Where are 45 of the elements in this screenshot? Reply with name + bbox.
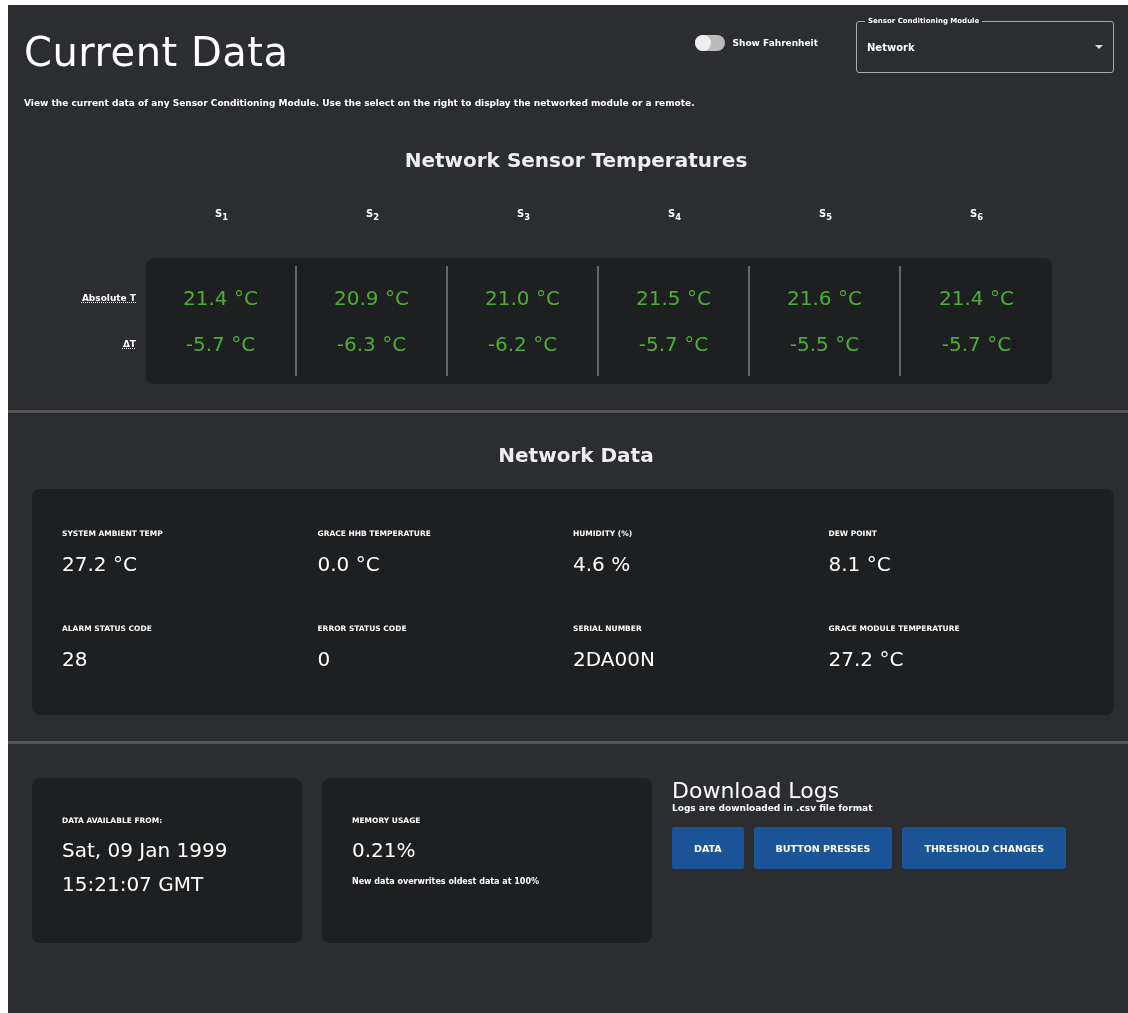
download-button[interactable]: THRESHOLD CHANGES bbox=[902, 827, 1067, 869]
temperature-value: 21.4 °C bbox=[939, 286, 1014, 310]
row-label: ΔT bbox=[122, 338, 136, 351]
section-title: Network Sensor Temperatures bbox=[403, 148, 749, 172]
download-button[interactable]: DATA bbox=[672, 827, 744, 869]
sensor-header: S$_{6}$ bbox=[969, 208, 984, 222]
data-value: 2DA00N bbox=[573, 647, 656, 671]
memory-value: 0.21% bbox=[352, 837, 417, 864]
download-button[interactable]: BUTTON PRESSES bbox=[753, 827, 893, 869]
data-value: 0.0 °C bbox=[317, 552, 381, 576]
sensor-header: S$_{1}$ bbox=[214, 208, 229, 222]
section-title: Network Data bbox=[497, 443, 655, 467]
temperature-value: 21.0 °C bbox=[485, 286, 560, 310]
sensor-header: S$_{5}$ bbox=[818, 208, 833, 222]
page-title: Current Data bbox=[24, 29, 290, 75]
fahrenheit-toggle[interactable] bbox=[694, 35, 725, 51]
memory-note: New data overwrites oldest data at 100% bbox=[352, 877, 540, 886]
select-value: Network bbox=[867, 41, 915, 53]
date-value: 15:21:07 GMT bbox=[62, 871, 205, 898]
temperature-value: -5.5 °C bbox=[789, 332, 860, 356]
toggle-label: Show Fahrenheit bbox=[732, 38, 818, 48]
temperature-value: 21.5 °C bbox=[636, 286, 711, 310]
temperature-value: 20.9 °C bbox=[334, 286, 409, 310]
sensor-header: S$_{3}$ bbox=[516, 208, 531, 222]
row-label: Absolute T bbox=[81, 292, 136, 305]
data-value: 8.1 °C bbox=[828, 552, 892, 576]
temperature-value: 21.4 °C bbox=[183, 286, 258, 310]
temperature-value: -5.7 °C bbox=[185, 332, 256, 356]
temperature-value: -6.2 °C bbox=[487, 332, 558, 356]
data-value: 4.6 % bbox=[573, 552, 632, 576]
sensor-header: S$_{4}$ bbox=[667, 208, 682, 222]
temperature-value: -5.7 °C bbox=[941, 332, 1012, 356]
description: View the current data of any Sensor Conditioning Module. Use the select on the right to display the networked module or a remote. bbox=[24, 97, 696, 110]
data-value: 27.2 °C bbox=[828, 647, 905, 671]
temperature-value: -5.7 °C bbox=[638, 332, 709, 356]
data-value: 28 bbox=[62, 647, 89, 671]
date-value: Sat, 09 Jan 1999 bbox=[62, 837, 229, 864]
sensor-header: S$_{2}$ bbox=[365, 208, 380, 222]
data-value: 0 bbox=[317, 647, 332, 671]
temperature-value: 21.6 °C bbox=[787, 286, 862, 310]
caret-icon bbox=[1095, 45, 1103, 49]
data-value: 27.2 °C bbox=[62, 552, 138, 576]
download-title: Download Logs bbox=[672, 778, 841, 803]
download-subtitle: Logs are downloaded in .csv file format bbox=[672, 803, 874, 813]
temperature-value: -6.3 °C bbox=[336, 332, 407, 356]
